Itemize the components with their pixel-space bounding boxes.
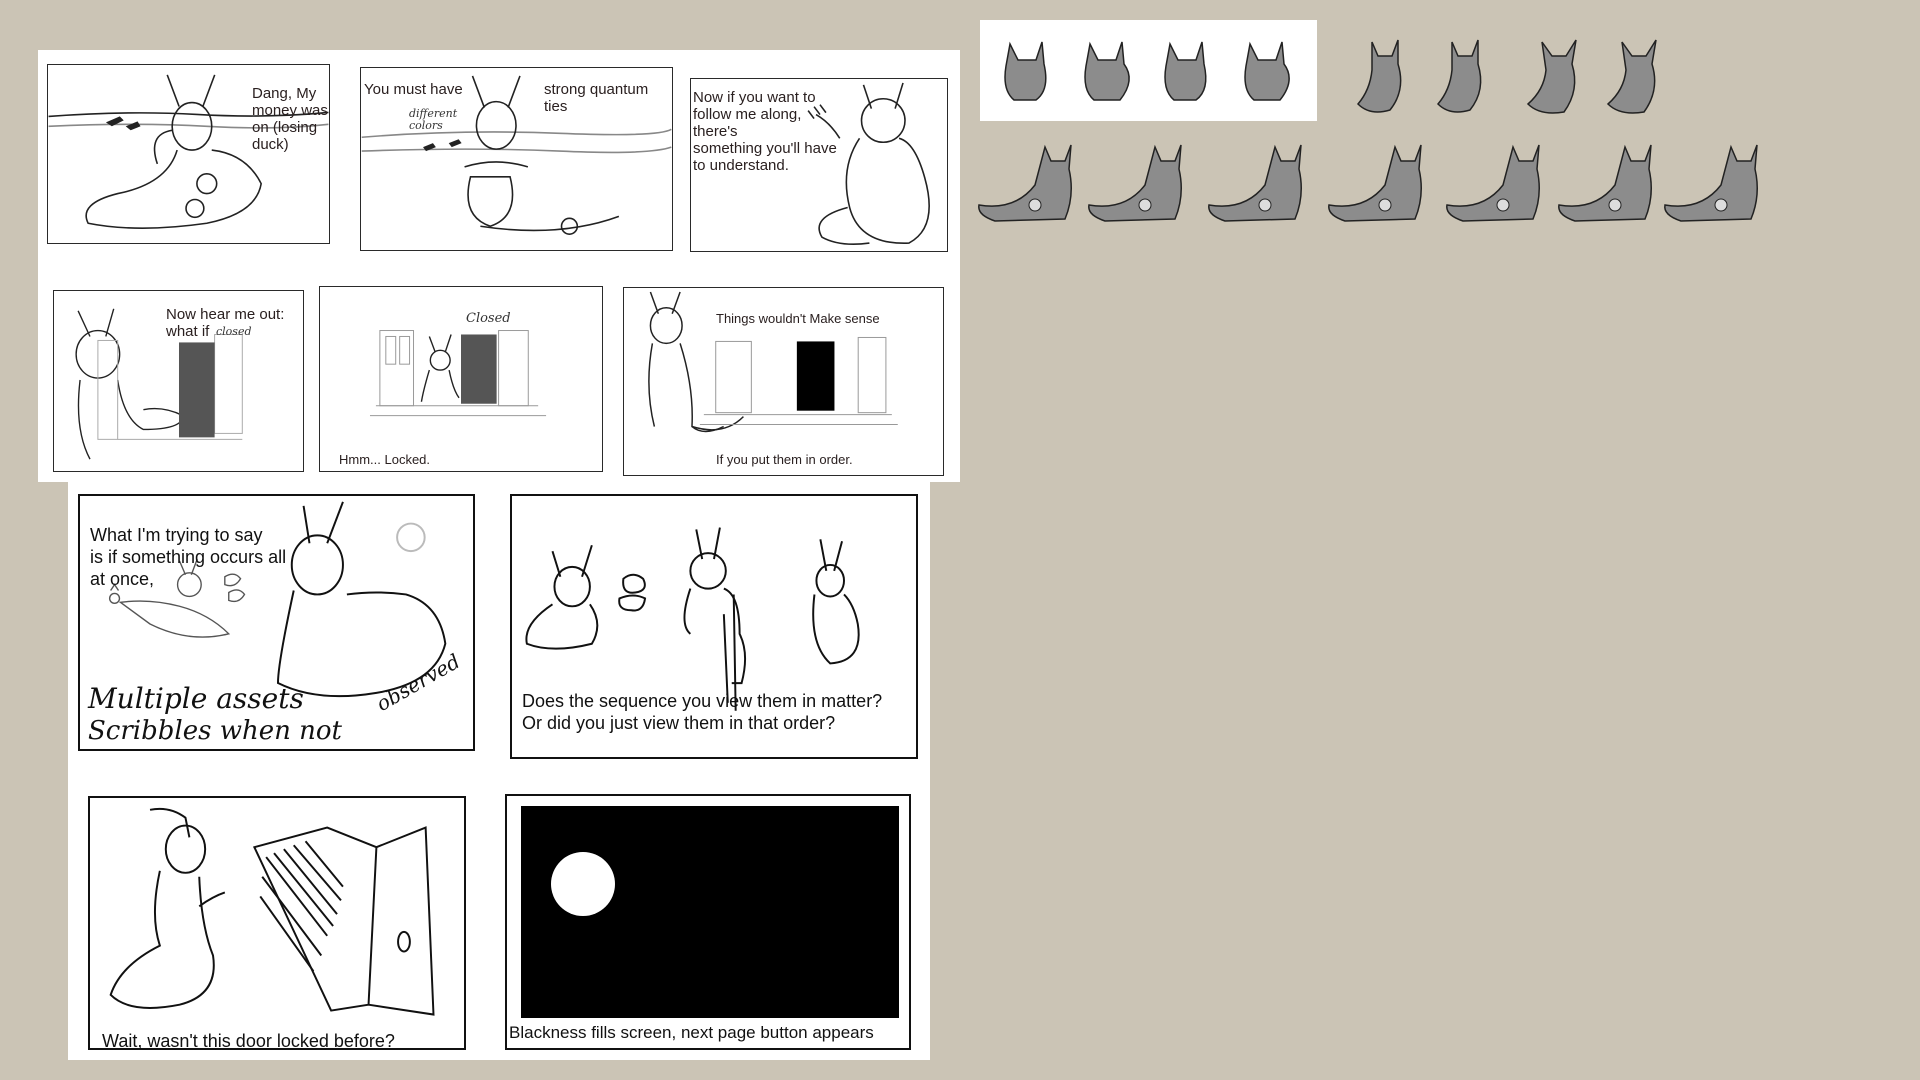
panel-4-note: closed (216, 325, 252, 338)
sprite-run-4 (1328, 144, 1422, 222)
comic-panel-6: Things wouldn't Make sense If you put th… (623, 287, 944, 476)
blackness-screen (521, 806, 899, 1018)
panel-9-caption: Wait, wasn't this door locked before? (102, 1031, 395, 1050)
panel-7-handwriting-1: Multiple assets (88, 682, 304, 715)
sprite-run-2 (1088, 144, 1182, 222)
panel-5-doorway (461, 334, 497, 404)
panel-2-caption-right: strong quantum ties (544, 81, 649, 115)
sprite-frame-3 (1164, 41, 1207, 101)
panel-5-caption: Hmm... Locked. (339, 452, 431, 467)
panel-7-caption: What I'm trying to say is if something o… (90, 525, 287, 589)
panel-7-handwriting-2: Scribbles when not (88, 716, 342, 746)
sprite-frame-1 (1004, 41, 1047, 101)
sprite-run-5 (1446, 144, 1540, 222)
panel-9-sketch (109, 807, 435, 1016)
panel-2-note: different colors (409, 107, 458, 132)
sprite-frame-5 (1356, 39, 1402, 113)
panel-6-caption-top: Things wouldn't Make sense (716, 311, 880, 326)
panel-2-caption-left: You must have (364, 81, 463, 98)
panel-4-doorway (178, 342, 215, 438)
moon-circle (551, 852, 615, 916)
panel-8-caption: Does the sequence you view them in matte… (522, 691, 883, 733)
comic-panel-1: Dang, My money was on (losing duck) (47, 64, 330, 244)
comic-panel-3: Now if you want to follow me along, ther… (690, 78, 948, 252)
comic-panel-4: Now hear me out: what if closed (53, 290, 304, 472)
sprite-frame-2 (1084, 41, 1130, 101)
sprite-row-1 (1004, 39, 1657, 114)
sprite-frame-6 (1436, 39, 1482, 113)
sprite-frame-4 (1244, 41, 1290, 101)
panel-6-caption-bottom: If you put them in order. (716, 452, 853, 467)
sprite-run-6 (1558, 144, 1652, 222)
comic-panel-8: Does the sequence you view them in matte… (510, 494, 918, 759)
comic-panel-10: Blackness fills screen, next page button… (505, 794, 911, 1050)
panel-10-caption: Blackness fills screen, next page button… (509, 1023, 874, 1042)
panel-6-doorway (796, 341, 835, 411)
comic-panel-9: Wait, wasn't this door locked before? (88, 796, 466, 1050)
sprite-run-7 (1664, 144, 1758, 222)
sprite-run-3 (1208, 144, 1302, 222)
panel-1-caption: Dang, My money was on (losing duck) (252, 85, 328, 153)
panel-3-caption: Now if you want to follow me along, ther… (693, 89, 837, 174)
comic-panel-5: Closed Hmm... Locked. (319, 286, 603, 472)
sprite-frame-7 (1526, 39, 1577, 114)
comic-panel-7: What I'm trying to say is if something o… (78, 494, 475, 751)
sprite-run-1 (978, 144, 1072, 222)
panel-5-note: Closed (466, 311, 511, 326)
sprite-frame-8 (1606, 39, 1657, 114)
comic-panel-2: You must have strong quantum ties differ… (360, 67, 673, 251)
panel-5-sketch (369, 330, 547, 417)
sprite-row-2 (978, 144, 1758, 222)
